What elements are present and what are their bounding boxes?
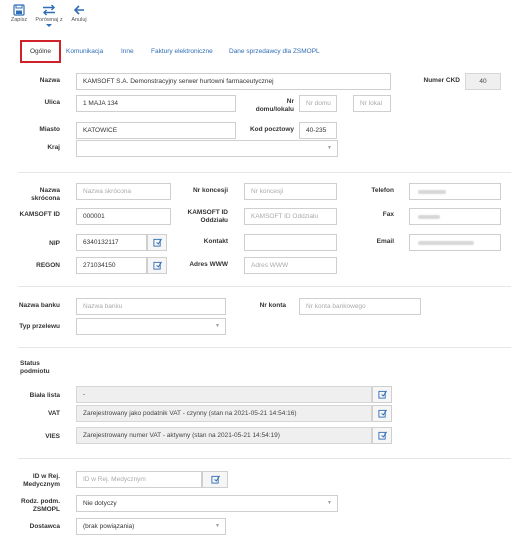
- dostawca-label: Dostawca: [29, 523, 60, 530]
- biala-lista-check-button[interactable]: [372, 386, 392, 403]
- tab-komunikacja[interactable]: Komunikacja: [66, 48, 103, 55]
- nip-label: NIP: [49, 240, 60, 247]
- kod-pocztowy-label: Kod pocztowy: [249, 126, 294, 133]
- regon-verify-button[interactable]: [147, 257, 167, 274]
- edit-check-icon: [152, 261, 162, 270]
- vat-label: VAT: [47, 410, 60, 417]
- rodz-podm-zsmopl-value: Nie dotyczy: [83, 500, 117, 507]
- nazwa-skrocona-input[interactable]: Nazwa skrócona: [76, 183, 171, 200]
- tab-dane-sprzedawcy[interactable]: Dane sprzedawcy dla ZSMOPL: [229, 48, 320, 55]
- chevron-down-icon: ▼: [215, 323, 220, 329]
- vies-check-button[interactable]: [372, 427, 392, 444]
- save-label: Zapisz: [10, 17, 28, 23]
- email-input[interactable]: [409, 234, 501, 251]
- compare-button[interactable]: Porównaj z: [32, 4, 66, 27]
- adres-www-input[interactable]: Adres WWW: [244, 257, 337, 274]
- kontakt-label: Kontakt: [203, 238, 228, 245]
- save-icon: [13, 4, 25, 16]
- chevron-down-icon: ▼: [327, 145, 332, 151]
- nr-domu-input[interactable]: Nr domu: [299, 95, 337, 112]
- kod-pocztowy-input[interactable]: 40-235: [299, 122, 337, 139]
- miasto-label: Miasto: [39, 126, 60, 133]
- nazwa-label: Nazwa: [39, 77, 60, 84]
- kraj-label: Kraj: [47, 144, 60, 151]
- id-rej-medycznym-input[interactable]: ID w Rej. Medycznym: [76, 471, 202, 488]
- kamsoft-id-oddzialu-label: KAMSOFT ID Oddziału: [187, 209, 228, 224]
- ulica-input[interactable]: 1 MAJA 134: [76, 95, 236, 112]
- kontakt-input[interactable]: [244, 234, 337, 251]
- swap-arrows-icon: [43, 4, 55, 16]
- nazwa-banku-input[interactable]: Nazwa banku: [76, 298, 226, 315]
- edit-check-icon: [210, 475, 220, 484]
- id-rej-medycznym-label: ID w Rej. Medycznym: [23, 473, 60, 488]
- nazwa-skrocona-label: Nazwa skrócona: [31, 187, 60, 202]
- chevron-down-icon: ▼: [215, 523, 220, 529]
- nazwa-banku-label: Nazwa banku: [18, 302, 60, 309]
- chevron-down-icon: [46, 24, 52, 27]
- kamsoft-id-oddzialu-input[interactable]: KAMSOFT ID Oddziału: [244, 208, 337, 225]
- fax-label: Fax: [382, 211, 394, 218]
- nip-input[interactable]: 6340132117: [76, 234, 147, 251]
- status-podmiotu-label: Status podmiotu: [20, 360, 50, 375]
- tab-faktury-elektroniczne[interactable]: Faktury elektroniczne: [151, 48, 213, 55]
- biala-lista-field: -: [76, 386, 372, 403]
- edit-check-icon: [377, 390, 387, 399]
- adres-www-label: Adres WWW: [189, 261, 228, 268]
- divider: [18, 286, 511, 287]
- tab-inne[interactable]: Inne: [121, 48, 134, 55]
- divider: [18, 347, 511, 348]
- telefon-label: Telefon: [371, 187, 394, 194]
- telefon-input[interactable]: [409, 183, 501, 200]
- tab-ogolne[interactable]: Ogólne: [20, 40, 61, 63]
- kamsoft-id-input[interactable]: 000001: [76, 208, 171, 225]
- cancel-button[interactable]: Anuluj: [64, 4, 94, 23]
- nip-verify-button[interactable]: [147, 234, 167, 251]
- edit-check-icon: [377, 431, 387, 440]
- dostawca-select[interactable]: (brak powiązania) ▼: [76, 518, 226, 535]
- numer-ckd-label: Numer CKD: [423, 77, 460, 84]
- save-button[interactable]: Zapisz: [4, 4, 34, 23]
- vat-check-button[interactable]: [372, 405, 392, 422]
- divider: [18, 458, 511, 459]
- kraj-select[interactable]: ▼: [76, 140, 338, 157]
- vies-label: VIES: [45, 433, 60, 440]
- nazwa-input[interactable]: KAMSOFT S.A. Demonstracyjny serwer hurto…: [76, 73, 391, 90]
- nr-domu-lokalu-label: Nr domu/lokalu: [255, 98, 294, 113]
- back-arrow-icon: [73, 5, 84, 15]
- ulica-label: Ulica: [44, 99, 60, 106]
- biala-lista-label: Biała lista: [29, 392, 60, 399]
- dostawca-value: (brak powiązania): [83, 523, 135, 530]
- edit-check-icon: [377, 409, 387, 418]
- nr-konta-label: Nr konta: [259, 302, 286, 309]
- kamsoft-id-label: KAMSOFT ID: [19, 211, 60, 218]
- regon-label: REGON: [36, 262, 60, 269]
- regon-input[interactable]: 271034150: [76, 257, 147, 274]
- nr-koncesji-label: Nr koncesji: [192, 187, 228, 194]
- chevron-down-icon: ▼: [327, 500, 332, 506]
- edit-check-icon: [152, 238, 162, 247]
- fax-input[interactable]: [409, 208, 501, 225]
- nr-lokalu-input[interactable]: Nr lokal: [353, 95, 391, 112]
- vies-status-field: Zarejestrowany numer VAT - aktywny (stan…: [76, 427, 372, 444]
- email-label: Email: [376, 238, 394, 245]
- nr-konta-input[interactable]: Nr konta bankowego: [299, 298, 421, 315]
- typ-przelewu-select[interactable]: ▼: [76, 318, 226, 335]
- cancel-label: Anuluj: [71, 17, 87, 23]
- numer-ckd-field: 40: [465, 73, 501, 90]
- compare-label: Porównaj z: [35, 17, 63, 23]
- id-rej-check-button[interactable]: [202, 471, 228, 488]
- vat-status-field: Zarejestrowany jako podatnik VAT - czynn…: [76, 405, 372, 422]
- rodz-podm-zsmopl-select[interactable]: Nie dotyczy ▼: [76, 495, 338, 512]
- typ-przelewu-label: Typ przelewu: [19, 323, 60, 330]
- rodz-podm-zsmopl-label: Rodz. podm. ZSMOPL: [21, 498, 60, 513]
- miasto-input[interactable]: KATOWICE: [76, 122, 236, 139]
- nr-koncesji-input[interactable]: Nr koncesji: [244, 183, 337, 200]
- divider: [18, 172, 511, 173]
